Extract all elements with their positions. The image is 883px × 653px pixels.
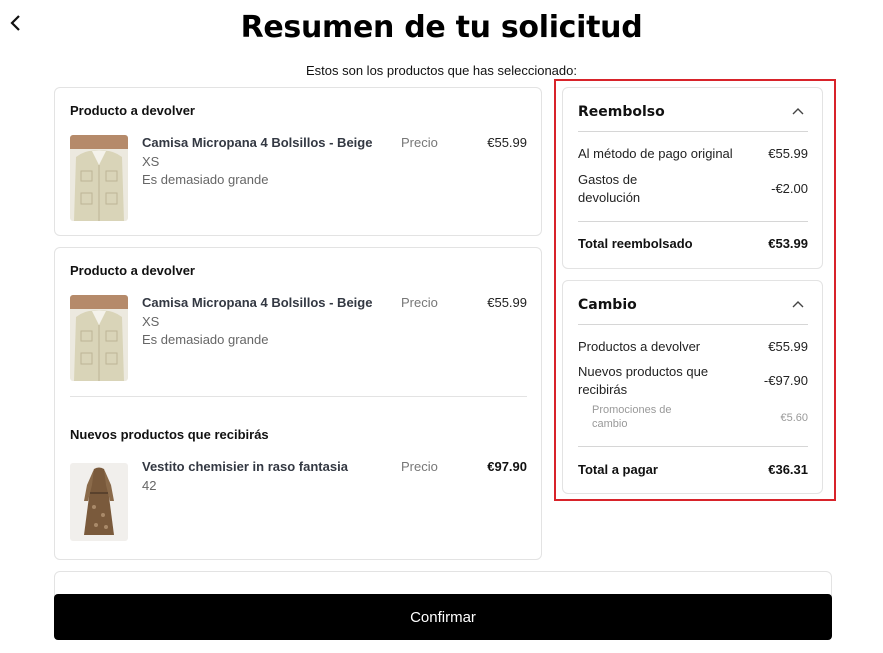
row-value: €55.99 [768, 146, 808, 161]
product-size: 42 [142, 478, 157, 493]
price-label: Precio [401, 135, 438, 150]
exchange-panel: Cambio Productos a devolver €55.99 Nuevo… [562, 280, 823, 494]
exchange-total-row: Total a pagar €36.31 [578, 461, 808, 479]
confirm-button[interactable]: Confirmar [54, 594, 832, 640]
exchange-products-card: Producto a devolver Camisa Micropana 4 B… [54, 247, 542, 560]
promo-value: €5.60 [780, 412, 808, 424]
row-value: -€97.90 [763, 373, 808, 388]
promo-row: Promociones de cambio €5.60 [578, 403, 808, 431]
section-title: Producto a devolver [70, 263, 195, 278]
refund-panel-header[interactable]: Reembolso [578, 88, 808, 132]
price-label: Precio [401, 295, 438, 310]
exchange-title: Cambio [578, 297, 637, 313]
product-price: €97.90 [487, 459, 527, 474]
row-value: €55.99 [768, 339, 808, 354]
chevron-up-icon[interactable] [792, 300, 804, 308]
page-subtitle: Estos son los productos que has seleccio… [305, 63, 577, 78]
page-title: Resumen de tu solicitud [240, 10, 643, 45]
return-reason: Es demasiado grande [142, 172, 269, 187]
refund-row: Al método de pago original €55.99 [578, 145, 808, 163]
product-name: Vestito chemisier in raso fantasia [142, 459, 348, 474]
product-item: Camisa Micropana 4 Bolsillos - Beige XS … [70, 135, 527, 223]
product-item: Camisa Micropana 4 Bolsillos - Beige XS … [70, 295, 527, 383]
row-value: -€2.00 [771, 181, 808, 196]
product-image [70, 463, 128, 541]
product-name: Camisa Micropana 4 Bolsillos - Beige [142, 295, 373, 310]
chevron-up-icon[interactable] [792, 107, 804, 115]
divider [578, 221, 808, 222]
product-size: XS [142, 154, 160, 169]
total-value: €36.31 [768, 462, 808, 477]
row-label: Gastos de devolución [578, 172, 641, 205]
refund-total-row: Total reembolsado €53.99 [578, 235, 808, 253]
product-image [70, 135, 128, 221]
total-label: Total a pagar [578, 462, 658, 477]
refund-title: Reembolso [578, 104, 665, 120]
price-label: Precio [401, 459, 438, 474]
row-label: Productos a devolver [578, 339, 701, 354]
product-price: €55.99 [487, 295, 527, 310]
exchange-row: Productos a devolver €55.99 [578, 338, 808, 356]
refund-panel: Reembolso Al método de pago original €55… [562, 87, 823, 269]
return-product-card: Producto a devolver Camisa Micropana 4 B… [54, 87, 542, 236]
row-label: Al método de pago original [578, 146, 733, 161]
exchange-panel-header[interactable]: Cambio [578, 281, 808, 325]
product-size: XS [142, 314, 160, 329]
exchange-row: Nuevos productos que recibirás -€97.90 [578, 363, 808, 399]
total-value: €53.99 [768, 236, 808, 251]
section-title: Nuevos productos que recibirás [70, 427, 269, 442]
promo-label: Promociones de cambio [592, 404, 672, 430]
divider [70, 396, 527, 397]
product-price: €55.99 [487, 135, 527, 150]
row-label: Nuevos productos que recibirás [578, 364, 709, 397]
return-reason: Es demasiado grande [142, 332, 269, 347]
divider [578, 446, 808, 447]
section-title: Producto a devolver [70, 103, 195, 118]
product-image [70, 295, 128, 381]
product-item: Vestito chemisier in raso fantasia 42 Pr… [70, 459, 527, 547]
refund-row: Gastos de devolución -€2.00 [578, 171, 808, 207]
product-name: Camisa Micropana 4 Bolsillos - Beige [142, 135, 373, 150]
total-label: Total reembolsado [578, 236, 693, 251]
